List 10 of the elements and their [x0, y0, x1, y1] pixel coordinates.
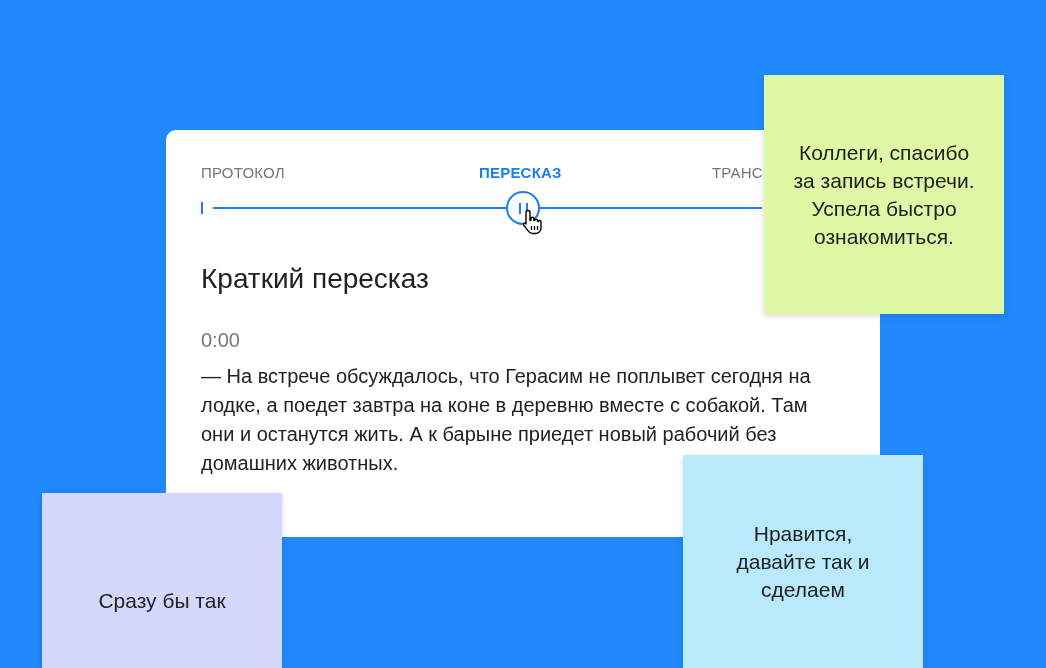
tab[interactable]: ПРОТОКОЛ — [201, 164, 479, 182]
note-text: Нравится, давайте так и сделаем — [735, 520, 871, 603]
tab[interactable]: ПЕРЕСКАЗ — [479, 164, 562, 182]
tab[interactable]: ТРАНС — [712, 164, 763, 182]
note-text: Коллеги, спасибо за запись встречи. Успела быстро ознакомиться. — [792, 139, 976, 250]
start-tick-icon — [201, 202, 203, 214]
summary-heading: Краткий пересказ — [201, 263, 430, 295]
note-text: Сразу бы так — [98, 587, 226, 614]
summary-text: — На встрече обсуждалось, что Герасим не поплывет сегодня на лодке, а поедет завтра на коне в деревню вместе с собакой. Там они и останутся жить. А к барыне приедет новый рабочий без домашних животных. — [201, 364, 812, 476]
timestamp: 0:00 — [201, 329, 241, 352]
